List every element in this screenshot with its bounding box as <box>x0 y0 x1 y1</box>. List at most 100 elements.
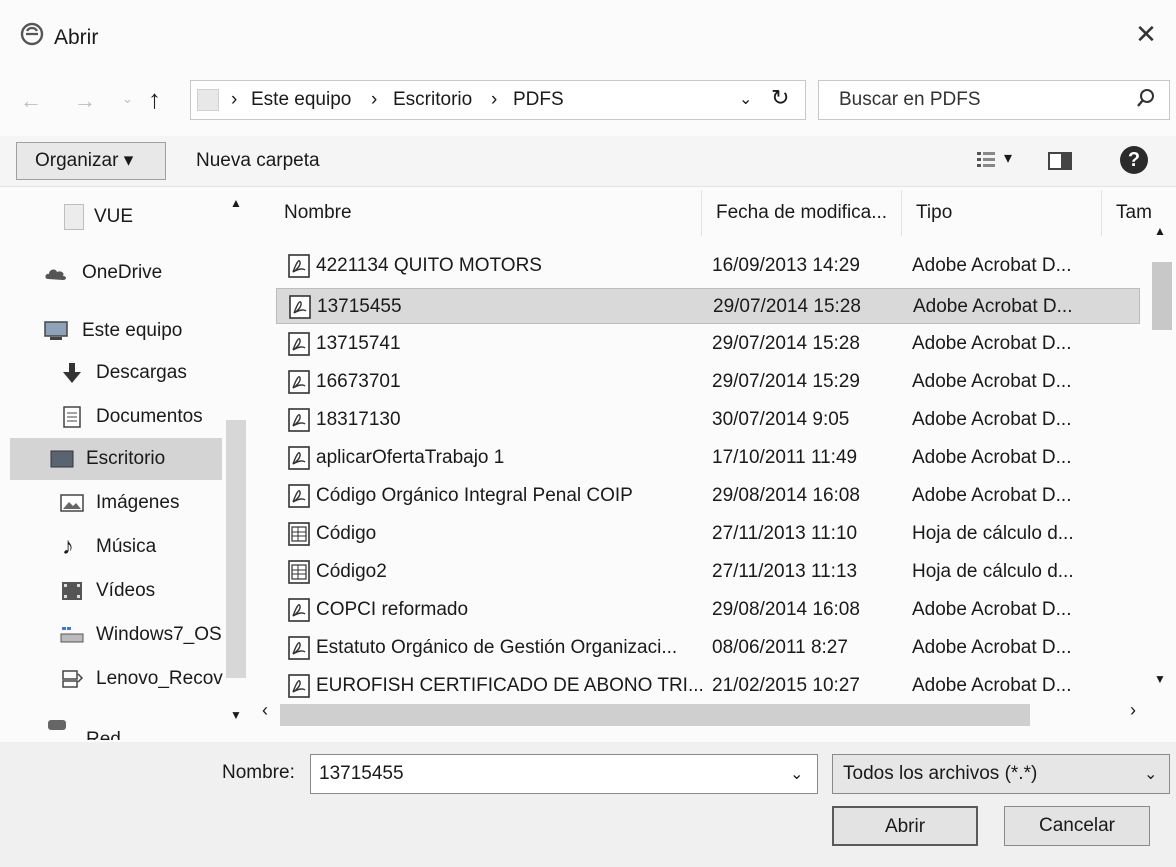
file-row[interactable]: COPCI reformado 29/08/2014 16:08 Adobe A… <box>276 592 1140 628</box>
browser-icon <box>20 22 44 46</box>
preview-pane-icon[interactable] <box>1048 152 1072 170</box>
search-input[interactable]: Buscar en PDFS <box>818 80 1170 120</box>
cancel-button[interactable]: Cancelar <box>1004 806 1150 846</box>
file-list-horizontal-thumb[interactable] <box>280 704 1030 726</box>
file-date: 29/07/2014 15:28 <box>713 296 861 317</box>
sidebar-item-red-partial[interactable]: Red <box>40 716 240 740</box>
file-row[interactable]: Código Orgánico Integral Penal COIP 29/0… <box>276 478 1140 514</box>
file-name: Código <box>316 523 377 544</box>
spreadsheet-icon <box>288 522 310 546</box>
search-icon[interactable] <box>1135 87 1157 109</box>
new-folder-button[interactable]: Nueva carpeta <box>196 150 320 172</box>
sidebar-item-imagenes[interactable]: Imágenes <box>10 482 220 524</box>
sidebar-item-descargas[interactable]: Descargas <box>10 352 220 394</box>
file-name: COPCI reformado <box>316 599 469 620</box>
file-row[interactable]: aplicarOfertaTrabajo 1 17/10/2011 11:49 … <box>276 440 1140 476</box>
sort-ascending-icon: ^ <box>482 190 490 199</box>
file-row[interactable]: Estatuto Orgánico de Gestión Organizaci.… <box>276 630 1140 666</box>
file-type: Adobe Acrobat D... <box>912 333 1072 354</box>
file-type: Hoja de cálculo d... <box>912 561 1074 582</box>
file-type: Adobe Acrobat D... <box>912 637 1072 658</box>
sidebar-item-onedrive[interactable]: OneDrive <box>10 252 220 294</box>
pdf-icon <box>288 408 310 432</box>
sidebar-item-este-equipo[interactable]: Este equipo <box>10 310 220 352</box>
forward-arrow-icon[interactable]: → <box>74 88 96 114</box>
breadcrumb-escritorio[interactable]: Escritorio <box>393 89 472 111</box>
desktop-icon <box>50 450 74 468</box>
file-type-dropdown-icon[interactable]: ⌄ <box>1144 764 1157 784</box>
file-type: Adobe Acrobat D... <box>912 485 1072 506</box>
column-header-type[interactable]: Tipo <box>902 190 1102 236</box>
file-name: 4221134 QUITO MOTORS <box>316 255 542 276</box>
file-date: 08/06/2011 8:27 <box>712 637 848 658</box>
back-arrow-icon[interactable]: ← <box>20 88 42 114</box>
refresh-icon[interactable]: ↻ <box>771 85 789 111</box>
file-name: EUROFISH CERTIFICADO DE ABONO TRI... <box>316 675 704 696</box>
pdf-icon <box>288 332 310 356</box>
file-date: 27/11/2013 11:13 <box>712 561 858 582</box>
file-name: 18317130 <box>316 409 401 430</box>
help-icon[interactable]: ? <box>1120 146 1148 174</box>
scroll-right-icon[interactable]: › <box>1130 700 1136 721</box>
file-list-scroll-up-icon[interactable]: ▲ <box>1154 224 1166 238</box>
sidebar-scroll-up-icon[interactable]: ▲ <box>230 196 242 210</box>
sidebar-item-label: Imágenes <box>96 492 180 513</box>
file-list-scroll-thumb[interactable] <box>1152 262 1172 330</box>
column-header-date[interactable]: Fecha de modifica... <box>702 190 902 236</box>
document-icon <box>63 406 81 428</box>
file-row-selected[interactable]: 13715455 29/07/2014 15:28 Adobe Acrobat … <box>276 288 1140 324</box>
sidebar-item-musica[interactable]: ♪ Música <box>10 526 220 568</box>
recovery-drive-icon <box>62 670 84 688</box>
file-name-input[interactable]: 13715455 <box>310 754 818 794</box>
sidebar-item-label: Windows7_OS <box>96 624 222 645</box>
file-date: 17/10/2011 11:49 <box>712 447 858 468</box>
pdf-icon <box>288 254 310 278</box>
file-type: Adobe Acrobat D... <box>912 371 1072 392</box>
change-view-button[interactable]: ▾ <box>976 148 1016 172</box>
file-row[interactable]: 16673701 29/07/2014 15:29 Adobe Acrobat … <box>276 364 1140 400</box>
sidebar-item-escritorio[interactable]: Escritorio <box>10 438 222 480</box>
sidebar-item-label: Vídeos <box>96 580 156 601</box>
recent-locations-chevron-icon[interactable]: ⌄ <box>122 91 133 107</box>
sidebar-item-lenovo-recov[interactable]: Lenovo_Recov <box>10 658 223 700</box>
pdf-icon <box>288 636 310 660</box>
file-type: Adobe Acrobat D... <box>912 675 1072 696</box>
organize-button[interactable]: Organizar ▾ <box>16 142 166 180</box>
close-button[interactable]: ✕ <box>1128 18 1164 50</box>
sidebar-item-windows7-os[interactable]: Windows7_OS <box>10 614 222 656</box>
file-name: aplicarOfertaTrabajo 1 <box>316 447 505 468</box>
sidebar-item-vue[interactable]: VUE <box>10 196 220 238</box>
open-button[interactable]: Abrir <box>832 806 978 846</box>
sidebar-item-videos[interactable]: Vídeos <box>10 570 220 612</box>
file-row[interactable]: Código 27/11/2013 11:10 Hoja de cálculo … <box>276 516 1140 552</box>
navigation-pane: VUE OneDrive Este equipo Descargas Docum… <box>0 190 250 710</box>
column-header-size[interactable]: Tam <box>1102 190 1162 236</box>
details-view-icon <box>977 152 995 167</box>
file-type: Adobe Acrobat D... <box>912 447 1072 468</box>
address-bar[interactable]: › Este equipo › Escritorio › PDFS ⌄ ↻ <box>190 80 806 120</box>
file-type-select[interactable]: Todos los archivos (*.*) <box>832 754 1170 794</box>
up-arrow-icon[interactable]: ↑ <box>148 84 161 115</box>
spreadsheet-icon <box>288 560 310 584</box>
open-file-dialog: Abrir ✕ ← → ⌄ ↑ › Este equipo › Escritor… <box>0 0 1176 867</box>
breadcrumb-pdfs[interactable]: PDFS <box>513 89 564 111</box>
sidebar-item-documentos[interactable]: Documentos <box>10 396 220 438</box>
file-date: 21/02/2015 10:27 <box>712 675 860 696</box>
file-row[interactable]: 18317130 30/07/2014 9:05 Adobe Acrobat D… <box>276 402 1140 438</box>
scroll-left-icon[interactable]: ‹ <box>262 700 268 721</box>
breadcrumb-este-equipo[interactable]: Este equipo <box>251 89 351 111</box>
command-bar: Organizar ▾ Nueva carpeta ▾ ? <box>0 136 1176 187</box>
file-list: Nombre ^ Fecha de modifica... Tipo Tam 4… <box>270 190 1172 710</box>
videos-icon <box>62 582 82 600</box>
file-name-dropdown-icon[interactable]: ⌄ <box>790 764 803 784</box>
address-dropdown-icon[interactable]: ⌄ <box>739 89 752 109</box>
file-list-scroll-down-icon[interactable]: ▼ <box>1154 672 1166 686</box>
file-row[interactable]: Código2 27/11/2013 11:13 Hoja de cálculo… <box>276 554 1140 590</box>
file-name-label: Nombre: <box>222 762 295 783</box>
network-icon <box>48 720 66 730</box>
file-row[interactable]: EUROFISH CERTIFICADO DE ABONO TRI... 21/… <box>276 668 1140 704</box>
sidebar-scroll-thumb[interactable] <box>226 420 246 678</box>
file-row[interactable]: 13715741 29/07/2014 15:28 Adobe Acrobat … <box>276 326 1140 362</box>
pictures-icon <box>60 494 84 512</box>
file-row[interactable]: 4221134 QUITO MOTORS 16/09/2013 14:29 Ad… <box>276 248 1140 284</box>
